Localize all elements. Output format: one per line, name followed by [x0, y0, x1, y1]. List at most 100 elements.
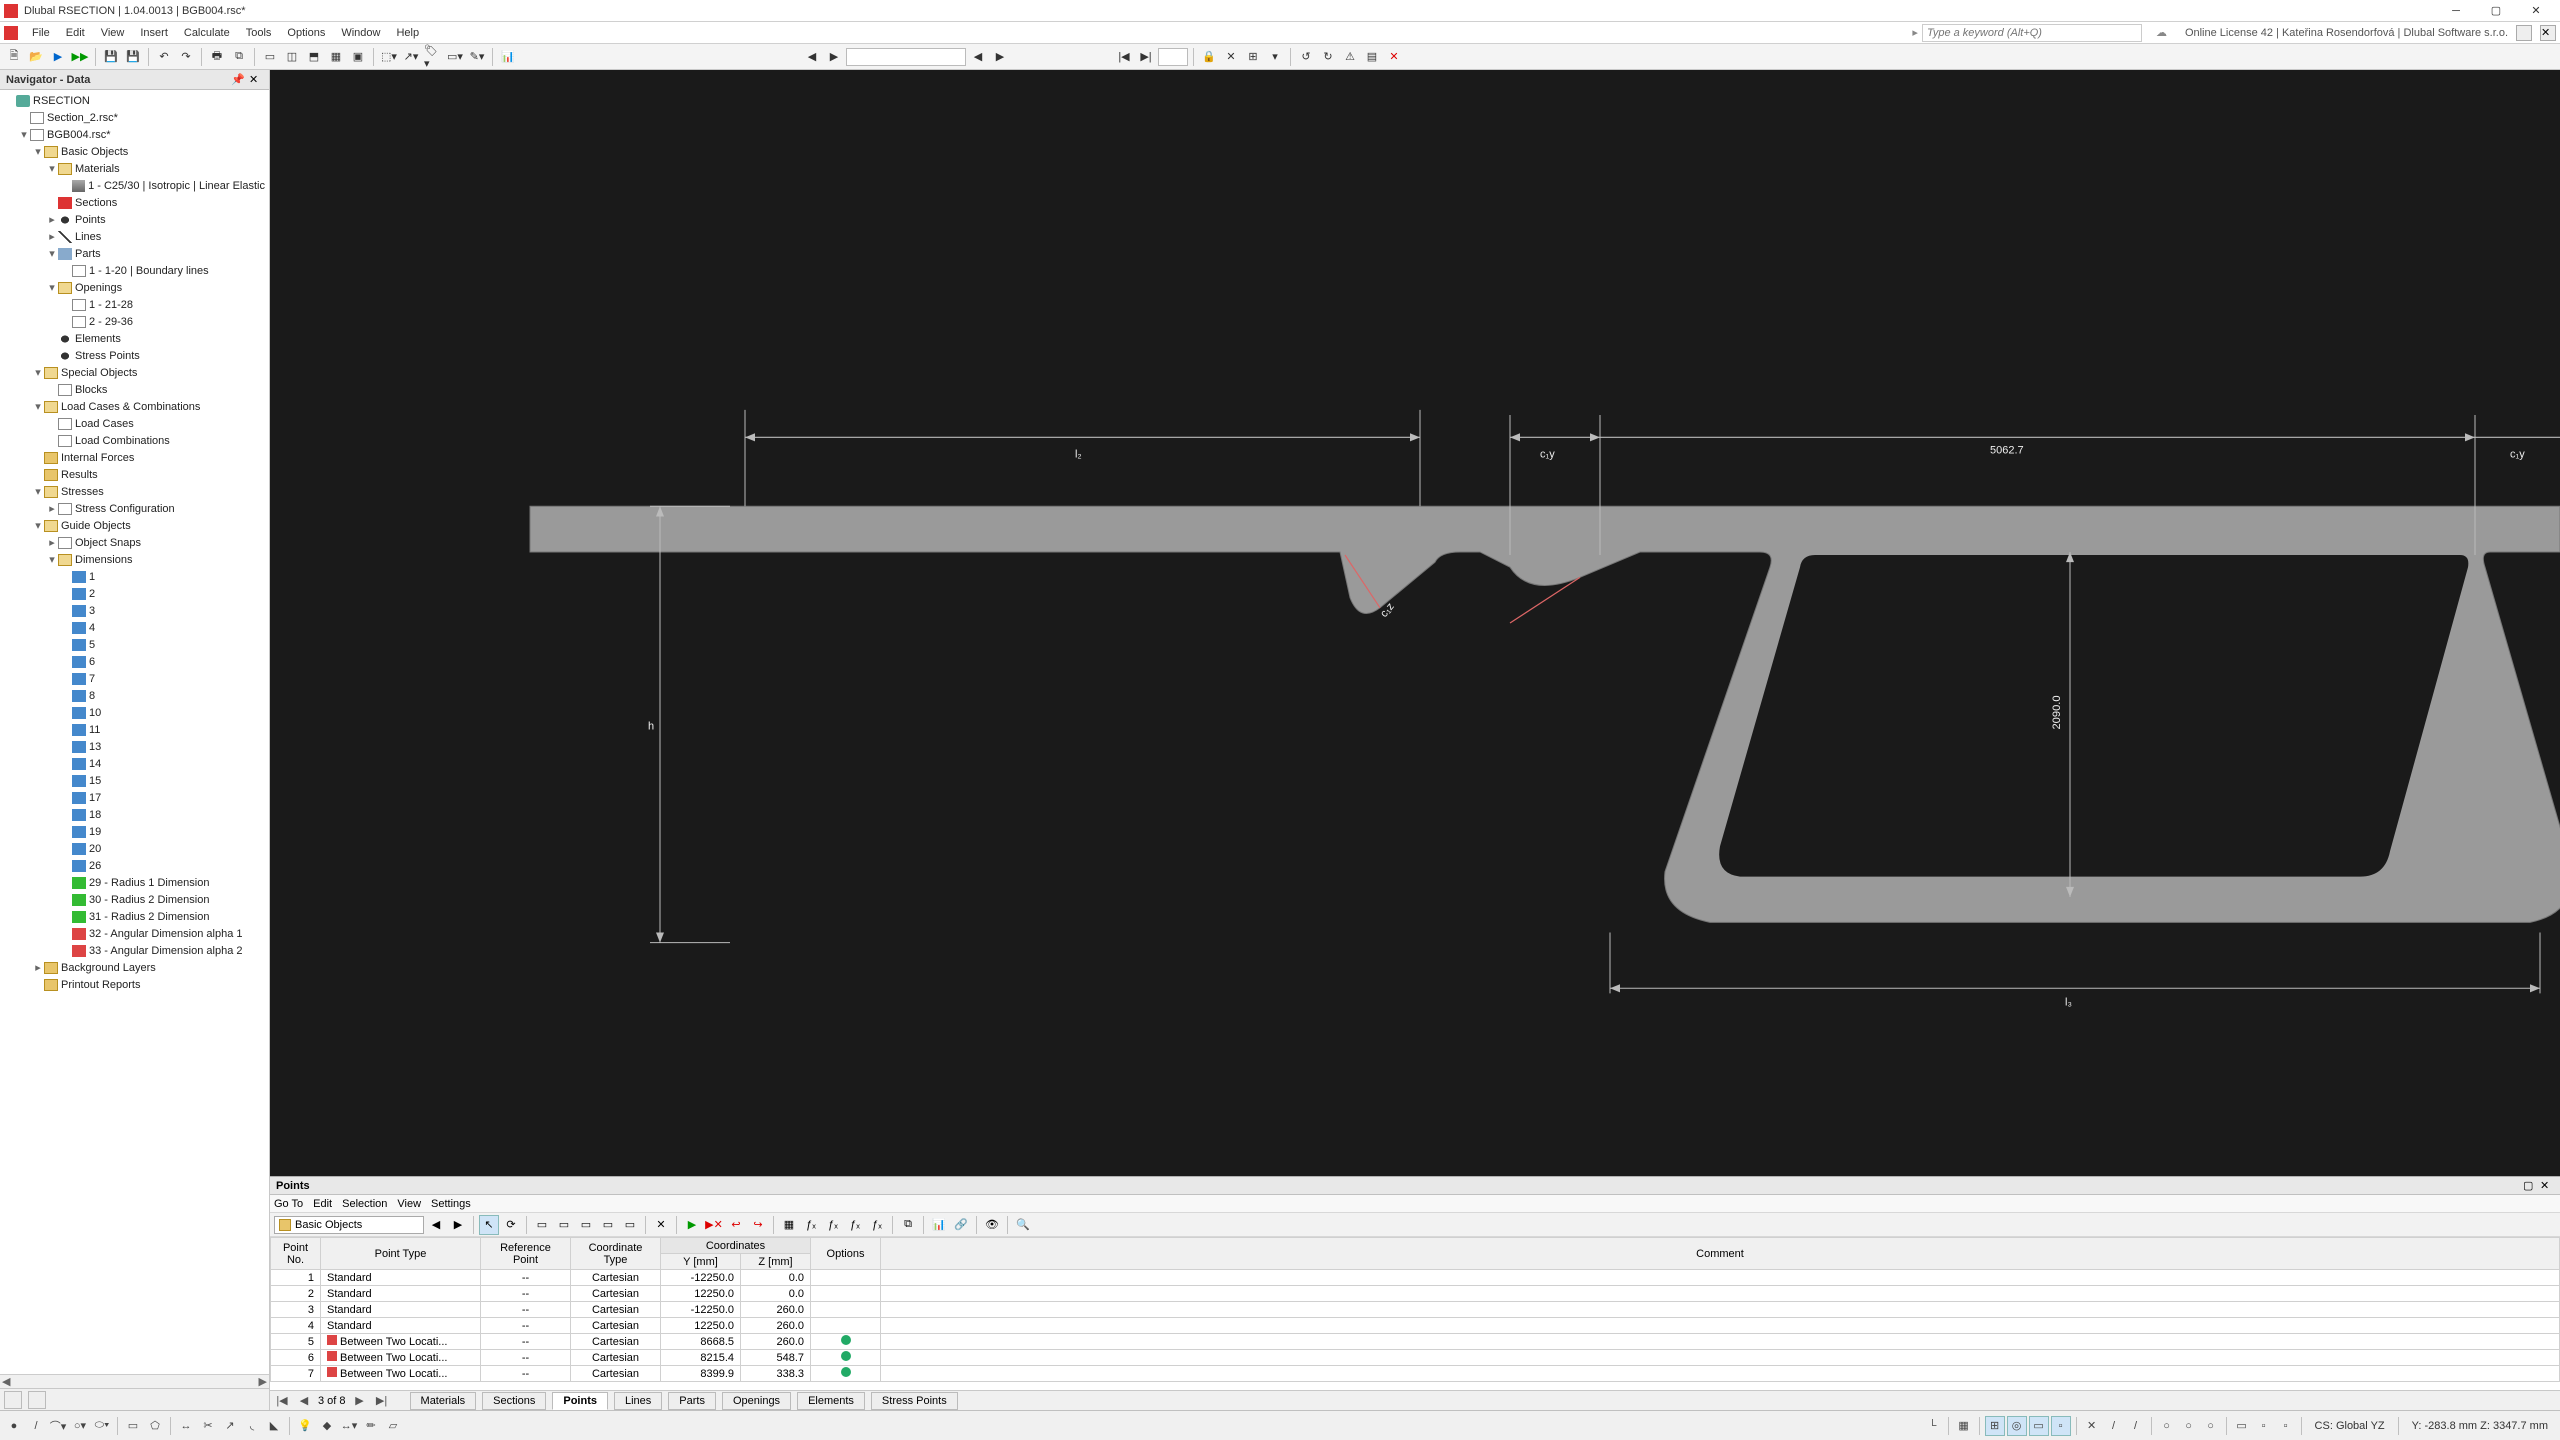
pt-grid-icon[interactable]: ▦ [779, 1215, 799, 1235]
close-button[interactable]: ✕ [2516, 1, 2556, 21]
pin-icon[interactable]: 📌 [231, 73, 245, 87]
filter-button[interactable]: ▾ [1265, 47, 1285, 67]
tree-file-1[interactable]: Section_2.rsc* [0, 109, 269, 126]
sb-circle-icon[interactable]: ○▾ [70, 1416, 90, 1436]
menu-calculate[interactable]: Calculate [176, 25, 238, 41]
sb-s2-icon[interactable]: ○ [2179, 1416, 2199, 1436]
tree-stress-config[interactable]: ▸Stress Configuration [0, 500, 269, 517]
tree-sections[interactable]: Sections [0, 194, 269, 211]
pt-cursor-icon[interactable]: ↖ [479, 1215, 499, 1235]
sb-eraser-icon[interactable]: ▱ [383, 1416, 403, 1436]
tree-dim-named-0[interactable]: 29 - Radius 1 Dimension [0, 874, 269, 891]
model-viewport[interactable]: l₂ c₁y 5062.7 c₁y h 2090.0 l₃ c₁z [270, 70, 2560, 1176]
measure-button[interactable]: ↗▾ [401, 47, 421, 67]
col-options[interactable]: Options [811, 1238, 881, 1270]
tree-opening-2[interactable]: 2 - 29-36 [0, 313, 269, 330]
tree-dim-named-4[interactable]: 33 - Angular Dimension alpha 2 [0, 942, 269, 959]
pt-row1-icon[interactable]: ▭ [532, 1215, 552, 1235]
tree-materials[interactable]: ▾Materials [0, 160, 269, 177]
sb-m1-icon[interactable]: ✕ [2082, 1416, 2102, 1436]
col-point-no[interactable]: Point No. [271, 1238, 321, 1270]
window-hsplit-button[interactable]: ⬒ [304, 47, 324, 67]
tree-dim-17[interactable]: 17 [0, 789, 269, 806]
tree-part-1[interactable]: 1 - 1-20 | Boundary lines [0, 262, 269, 279]
tree-guide-objects[interactable]: ▾Guide Objects [0, 517, 269, 534]
tree-dim-19[interactable]: 19 [0, 823, 269, 840]
pt-row2-icon[interactable]: ▭ [554, 1215, 574, 1235]
pt-link-icon[interactable]: 🔗 [951, 1215, 971, 1235]
pt-prev-button[interactable]: ◀ [426, 1215, 446, 1235]
step-combo[interactable] [1158, 48, 1188, 66]
navigator-close-button[interactable]: ✕ [249, 73, 263, 87]
tree-lcc[interactable]: ▾Load Cases & Combinations [0, 398, 269, 415]
sb-ortho-icon[interactable]: ⊞ [1985, 1416, 2005, 1436]
sb-m2-icon[interactable]: / [2104, 1416, 2124, 1436]
warning-icon[interactable]: ⚠ [1340, 47, 1360, 67]
pt-fx4-icon[interactable]: ƒₓ [867, 1215, 887, 1235]
undo-button[interactable]: ↶ [154, 47, 174, 67]
tree-opening-1[interactable]: 1 - 21-28 [0, 296, 269, 313]
sb-grid-icon[interactable]: ▦ [1954, 1416, 1974, 1436]
sb-line-icon[interactable]: / [26, 1416, 46, 1436]
sb-trim-icon[interactable]: ✂ [198, 1416, 218, 1436]
pt-view-icon[interactable]: 👁 [982, 1215, 1002, 1235]
pt-next-button[interactable]: ▶ [448, 1215, 468, 1235]
sb-s1-icon[interactable]: ○ [2157, 1416, 2177, 1436]
points-menu-selection[interactable]: Selection [342, 1198, 387, 1210]
points-menu-edit[interactable]: Edit [313, 1198, 332, 1210]
pt-back-icon[interactable]: ↩ [726, 1215, 746, 1235]
tree-material-1[interactable]: 1 - C25/30 | Isotropic | Linear Elastic [0, 177, 269, 194]
pager-last-button[interactable]: ▶| [374, 1393, 390, 1409]
table-row[interactable]: 3Standard--Cartesian-12250.0260.0 [271, 1302, 2560, 1318]
table-row[interactable]: 1Standard--Cartesian-12250.00.0 [271, 1270, 2560, 1286]
grid-toggle-button[interactable]: ⊞ [1243, 47, 1263, 67]
print-button[interactable]: 🖶 [207, 47, 227, 67]
table-row[interactable]: 4Standard--Cartesian12250.0260.0 [271, 1318, 2560, 1334]
tree-background-layers[interactable]: ▸Background Layers [0, 959, 269, 976]
nav-last-button[interactable]: ▶| [1136, 47, 1156, 67]
sb-light-icon[interactable]: 💡 [295, 1416, 315, 1436]
tree-dim-8[interactable]: 8 [0, 687, 269, 704]
menu-file[interactable]: File [24, 25, 58, 41]
tree-points[interactable]: ▸Points [0, 211, 269, 228]
nav-left-button[interactable]: ◀ [802, 47, 822, 67]
points-category-select[interactable]: Basic Objects [274, 1216, 424, 1234]
select-button[interactable]: ⬚▾ [379, 47, 399, 67]
nav-tab-display-icon[interactable] [28, 1391, 46, 1409]
tree-results[interactable]: Results [0, 466, 269, 483]
sb-t3-icon[interactable]: ▫ [2276, 1416, 2296, 1436]
doc-restore-button[interactable] [2516, 25, 2532, 41]
window-custom-button[interactable]: ▣ [348, 47, 368, 67]
delete-results-button[interactable]: ✕ [1384, 47, 1404, 67]
window-single-button[interactable]: ▭ [260, 47, 280, 67]
nav-first-button[interactable]: |◀ [1114, 47, 1134, 67]
points-menu-view[interactable]: View [397, 1198, 421, 1210]
minimize-button[interactable]: ─ [2436, 1, 2476, 21]
tree-file-2[interactable]: ▾BGB004.rsc* [0, 126, 269, 143]
sb-m3-icon[interactable]: / [2126, 1416, 2146, 1436]
calc-button[interactable]: ▶▶ [70, 47, 90, 67]
sb-extend-icon[interactable]: ↗ [220, 1416, 240, 1436]
pen-button[interactable]: ✎▾ [467, 47, 487, 67]
navigator-tree[interactable]: RSECTIONSection_2.rsc*▾BGB004.rsc*▾Basic… [0, 90, 269, 1374]
pt-fwd-icon[interactable]: ↪ [748, 1215, 768, 1235]
tree-dim-1[interactable]: 1 [0, 568, 269, 585]
tree-dim-2[interactable]: 2 [0, 585, 269, 602]
col-z[interactable]: Z [mm] [741, 1254, 811, 1270]
sb-arc-icon[interactable]: ⌒▾ [48, 1416, 68, 1436]
col-y[interactable]: Y [mm] [661, 1254, 741, 1270]
tree-stresses[interactable]: ▾Stresses [0, 483, 269, 500]
tab-parts[interactable]: Parts [668, 1392, 716, 1410]
tree-internal-forces[interactable]: Internal Forces [0, 449, 269, 466]
menu-tools[interactable]: Tools [238, 25, 280, 41]
tab-lines[interactable]: Lines [614, 1392, 662, 1410]
col-ref-point[interactable]: Reference Point [481, 1238, 571, 1270]
tree-special-objects[interactable]: ▾Special Objects [0, 364, 269, 381]
sb-axes-icon[interactable]: └ [1923, 1416, 1943, 1436]
menu-view[interactable]: View [93, 25, 133, 41]
navigator-hscroll[interactable]: ◀▶ [0, 1374, 269, 1388]
tree-root[interactable]: RSECTION [0, 92, 269, 109]
tree-load-cases[interactable]: Load Cases [0, 415, 269, 432]
tree-openings[interactable]: ▾Openings [0, 279, 269, 296]
run-button[interactable]: ▶ [48, 47, 68, 67]
